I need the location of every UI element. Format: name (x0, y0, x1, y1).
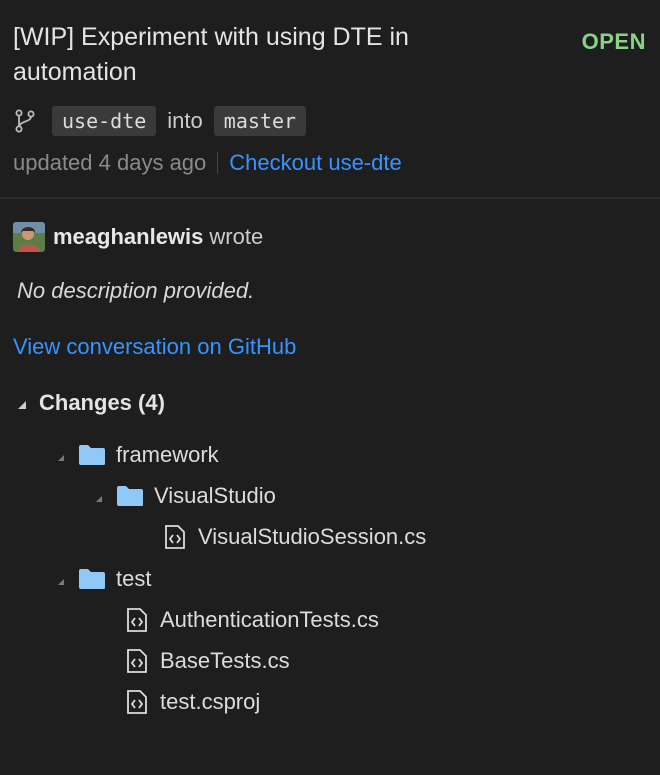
tree-item-label: framework (116, 442, 219, 467)
tree-item-basetests-cs[interactable]: BaseTests.cs (126, 644, 290, 678)
separator (217, 152, 219, 174)
base-branch-chip: master (213, 106, 307, 136)
head-branch-chip: use-dte (52, 106, 157, 136)
pr-header: [WIP] Experiment with using DTE in autom… (0, 0, 660, 199)
tree-item-label: AuthenticationTests.cs (160, 607, 379, 632)
pr-state-badge: OPEN (581, 29, 646, 54)
chevron-expanded-icon[interactable] (96, 496, 102, 502)
updated-row: updated 4 days ago Checkout use-dte (13, 150, 402, 176)
avatar[interactable] (13, 222, 45, 252)
tree-item-label: BaseTests.cs (160, 648, 290, 673)
tree-item-label: test.csproj (160, 689, 261, 714)
tree-item-label: VisualStudio (154, 483, 276, 508)
author-name[interactable]: meaghanlewis (53, 224, 203, 250)
tree-item-test-csproj[interactable]: test.csproj (126, 685, 260, 719)
view-on-github-link[interactable]: View conversation on GitHub (13, 334, 296, 360)
author-row: meaghanlewis wrote (13, 222, 263, 252)
pr-description: No description provided. (17, 278, 255, 303)
pr-title: [WIP] Experiment with using DTE in autom… (13, 23, 409, 86)
chevron-expanded-icon (18, 401, 26, 409)
tree-item-visualstudiosession-cs[interactable]: VisualStudioSession.cs (164, 520, 426, 554)
changes-title: Changes (4) (39, 390, 165, 415)
updated-text: updated 4 days ago (13, 150, 207, 175)
git-branch-icon (15, 109, 35, 133)
folder-icon (117, 486, 143, 506)
into-label: into (167, 108, 203, 133)
chevron-expanded-icon[interactable] (58, 455, 64, 461)
tree-item-framework[interactable]: framework (58, 438, 219, 472)
chevron-expanded-icon[interactable] (58, 579, 64, 585)
changes-section-header[interactable]: Changes (4) (18, 390, 165, 416)
tree-item-authenticationtests-cs[interactable]: AuthenticationTests.cs (126, 603, 379, 637)
code-file-icon (127, 649, 147, 673)
code-file-icon (127, 608, 147, 632)
tree-item-label: test (116, 566, 152, 591)
tree-item-visualstudio[interactable]: VisualStudio (96, 479, 276, 513)
code-file-icon (127, 690, 147, 714)
checkout-link[interactable]: Checkout use-dte (229, 150, 401, 176)
tree-item-label: VisualStudioSession.cs (198, 524, 427, 549)
wrote-label: wrote (209, 224, 264, 249)
folder-icon (79, 569, 105, 589)
code-file-icon (165, 525, 185, 549)
folder-icon (79, 445, 105, 465)
branch-info: use-dte into master (14, 104, 307, 138)
tree-item-test[interactable]: test (58, 562, 151, 596)
